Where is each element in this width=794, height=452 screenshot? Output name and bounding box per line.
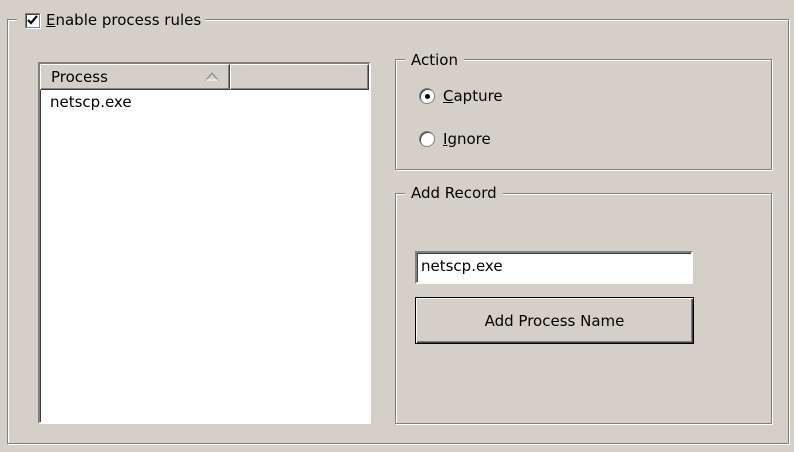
radio-capture-label: Capture — [443, 87, 503, 105]
enable-label-rest: nable process rules — [55, 11, 202, 29]
radio-selected-dot — [424, 93, 430, 99]
column-header-label: Process — [51, 68, 108, 86]
radio-ignore-label: Ignore — [443, 130, 491, 148]
sort-ascending-icon — [205, 72, 219, 81]
enable-process-rules-label: Enable process rules — [46, 11, 202, 29]
column-header-empty[interactable] — [230, 64, 369, 90]
action-group-title: Action — [405, 50, 464, 70]
enable-process-rules-checkbox[interactable]: Enable process rules — [17, 9, 206, 31]
add-record-group-title: Add Record — [405, 183, 503, 203]
process-name-input[interactable]: netscp.exe — [415, 251, 693, 284]
checkbox-box[interactable] — [25, 12, 40, 28]
radio-capture-button[interactable] — [419, 88, 435, 104]
action-group — [395, 59, 772, 170]
checkmark-icon — [27, 14, 38, 25]
column-header-process[interactable]: Process — [40, 64, 230, 90]
list-item[interactable]: netscp.exe — [40, 90, 369, 112]
list-header: Process — [40, 64, 369, 90]
radio-capture[interactable]: Capture — [419, 87, 503, 105]
radio-ignore[interactable]: Ignore — [419, 130, 491, 148]
radio-ignore-button[interactable] — [419, 131, 435, 147]
process-list[interactable]: Process netscp.exe — [38, 62, 371, 424]
add-process-name-button[interactable]: Add Process Name — [415, 297, 694, 344]
